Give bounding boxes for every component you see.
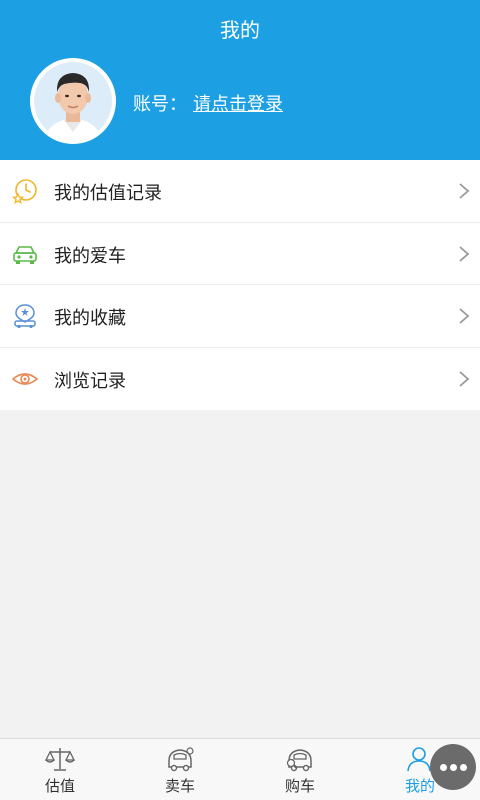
chevron-right-icon bbox=[458, 307, 470, 325]
menu-item-my-car[interactable]: 我的爱车 bbox=[0, 223, 480, 285]
car-buy-icon bbox=[285, 745, 315, 773]
menu-item-label: 浏览记录 bbox=[54, 370, 126, 392]
clock-star-icon bbox=[11, 178, 38, 204]
avatar-image bbox=[34, 62, 112, 140]
chevron-right-icon bbox=[458, 370, 470, 388]
tab-label: 估值 bbox=[44, 777, 75, 795]
more-button[interactable] bbox=[430, 744, 476, 790]
tab-sell-car[interactable]: 卖车 bbox=[120, 739, 240, 800]
bottom-tab-bar: 估值 卖车 购车 我的 bbox=[0, 738, 480, 800]
menu-item-browse-history[interactable]: 浏览记录 bbox=[0, 348, 480, 411]
menu-item-favorites[interactable]: 我的收藏 bbox=[0, 285, 480, 348]
profile-header: 我的 账号： 请点击登录 bbox=[0, 0, 480, 160]
profile-menu: 我的估值记录 我的爱车 我的收藏 浏览记录 bbox=[0, 160, 480, 410]
tab-label: 卖车 bbox=[164, 777, 195, 795]
menu-item-valuation-records[interactable]: 我的估值记录 bbox=[0, 160, 480, 223]
favorite-car-icon bbox=[12, 303, 38, 329]
account-row: 账号： 请点击登录 bbox=[133, 90, 283, 116]
menu-item-label: 我的估值记录 bbox=[54, 183, 162, 204]
eye-icon bbox=[11, 366, 39, 392]
menu-item-label: 我的收藏 bbox=[54, 308, 126, 329]
scale-icon bbox=[44, 745, 76, 773]
car-icon bbox=[12, 241, 38, 267]
account-label: 账号： bbox=[133, 94, 187, 115]
tab-valuation[interactable]: 估值 bbox=[0, 739, 120, 800]
login-link[interactable]: 请点击登录 bbox=[193, 94, 283, 115]
chevron-right-icon bbox=[458, 182, 470, 200]
car-sell-icon bbox=[165, 745, 195, 773]
avatar[interactable] bbox=[30, 58, 116, 144]
tab-buy-car[interactable]: 购车 bbox=[240, 739, 360, 800]
menu-item-label: 我的爱车 bbox=[54, 245, 126, 267]
page-title: 我的 bbox=[220, 18, 260, 42]
chevron-right-icon bbox=[458, 245, 470, 263]
tab-label: 购车 bbox=[284, 777, 315, 795]
